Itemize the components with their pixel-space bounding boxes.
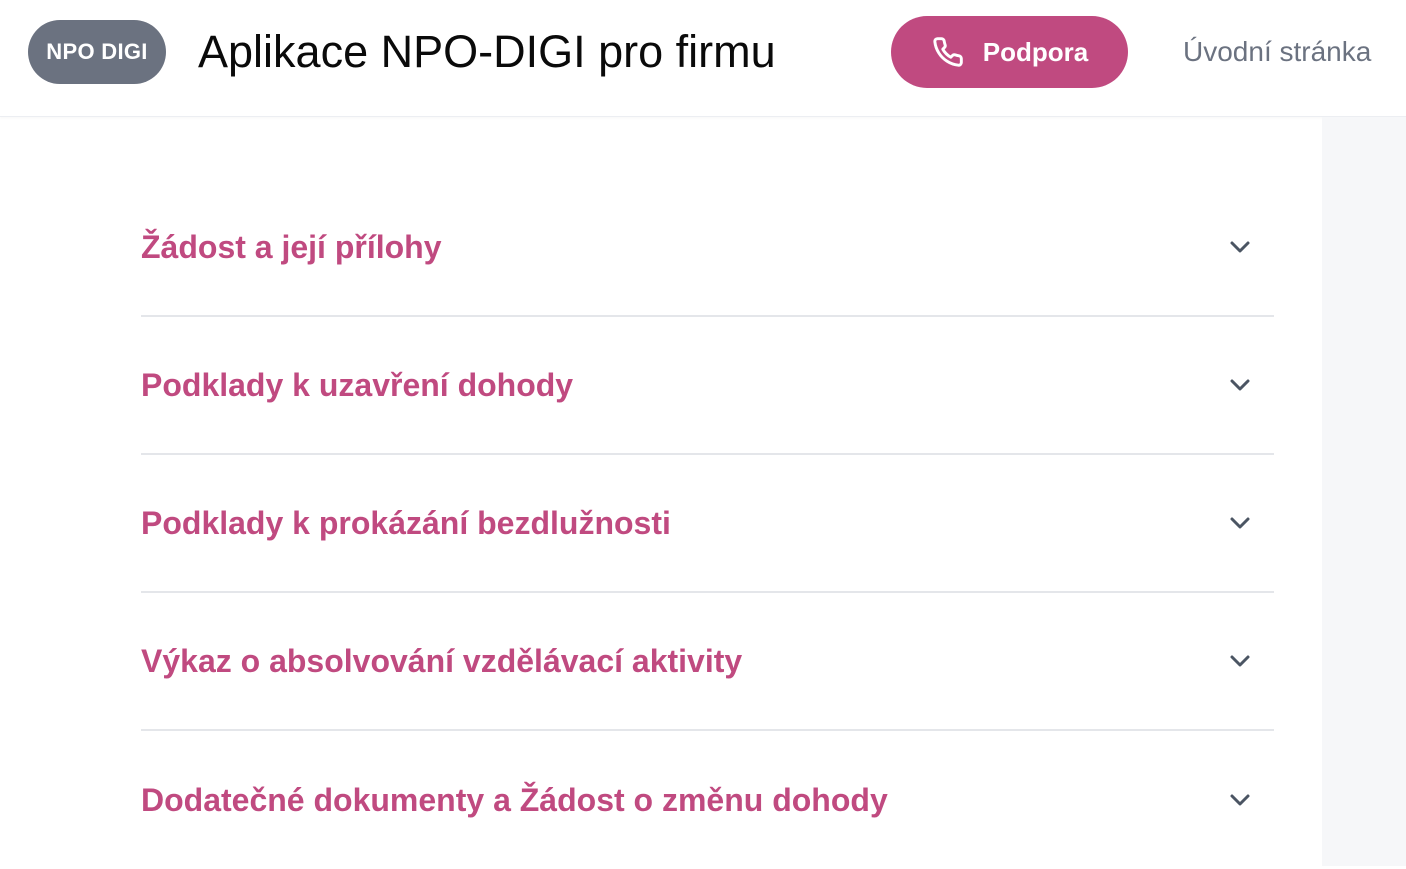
chevron-down-icon (1220, 780, 1260, 820)
accordion-item-vykaz[interactable]: Výkaz o absolvování vzdělávací aktivity (141, 593, 1274, 731)
accordion-item-dodatecne-dokumenty[interactable]: Dodatečné dokumenty a Žádost o změnu doh… (141, 731, 1274, 869)
accordion-item-podklady-dohody[interactable]: Podklady k uzavření dohody (141, 317, 1274, 455)
chevron-down-icon (1220, 503, 1260, 543)
app-title: Aplikace NPO-DIGI pro firmu (198, 26, 776, 77)
side-panel (1322, 117, 1406, 866)
chevron-down-icon (1220, 227, 1260, 267)
accordion-item-label: Podklady k prokázání bezdlužnosti (141, 504, 671, 541)
chevron-down-icon (1220, 641, 1260, 681)
accordion-item-label: Podklady k uzavření dohody (141, 366, 574, 403)
support-button[interactable]: Podpora (891, 16, 1128, 88)
documents-accordion: Žádost a její přílohy Podklady k uzavřen… (141, 179, 1274, 869)
accordion-item-bezdluznost[interactable]: Podklady k prokázání bezdlužnosti (141, 455, 1274, 593)
support-button-label: Podpora (982, 36, 1089, 67)
chevron-down-icon (1220, 365, 1260, 405)
accordion-item-label: Dodatečné dokumenty a Žádost o změnu doh… (141, 781, 888, 818)
accordion-item-label: Žádost a její přílohy (141, 228, 442, 265)
phone-icon (931, 35, 965, 69)
app-header: NPO DIGI Aplikace NPO-DIGI pro firmu Pod… (0, 0, 1406, 117)
accordion-item-label: Výkaz o absolvování vzdělávací aktivity (141, 642, 743, 679)
accordion-item-zadost[interactable]: Žádost a její přílohy (141, 179, 1274, 317)
home-link[interactable]: Úvodní stránka (1183, 20, 1371, 84)
app-badge: NPO DIGI (28, 20, 166, 84)
